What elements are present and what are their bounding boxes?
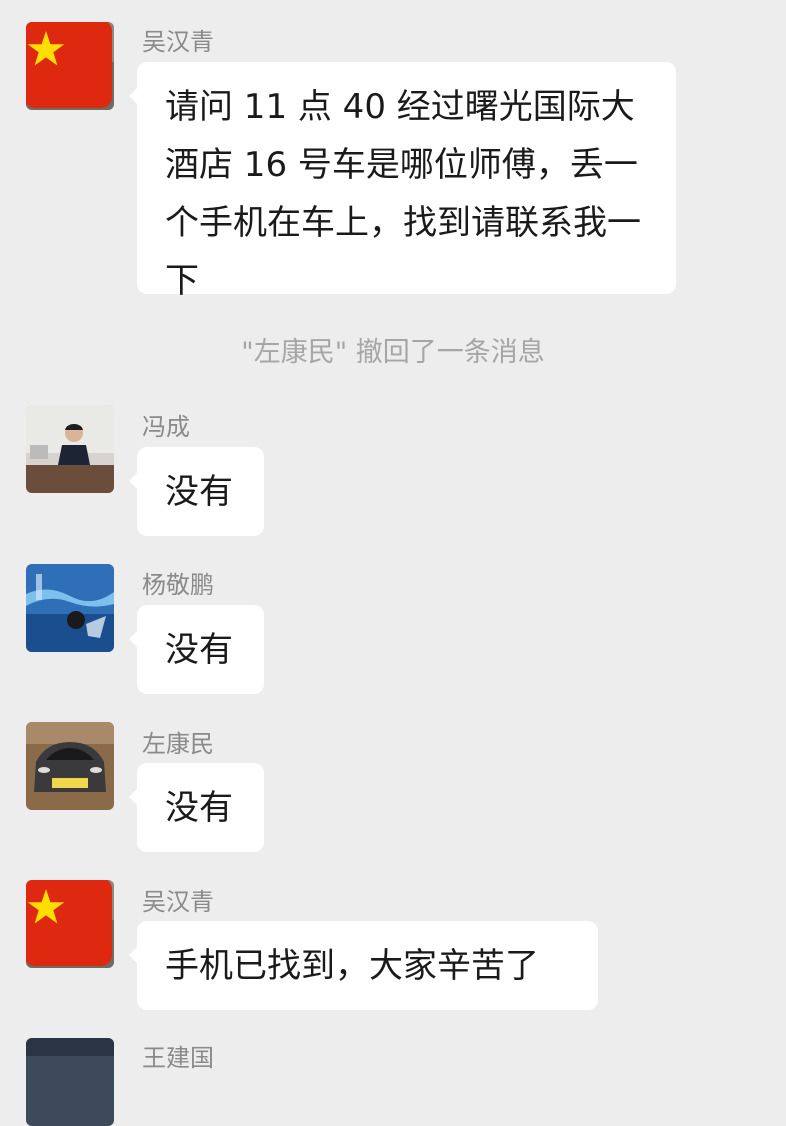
- sender-name: 吴汉青: [142, 888, 214, 916]
- message-bubble[interactable]: 没有: [129, 763, 264, 852]
- sender-name: 杨敬鹏: [142, 571, 214, 599]
- dark-avatar[interactable]: [26, 1038, 114, 1126]
- message-bubble[interactable]: 请问 11 点 40 经过曙光国际大酒店 16 号车是哪位师傅，丢一个手机在车上…: [129, 62, 676, 301]
- message-text: 请问 11 点 40 经过曙光国际大酒店 16 号车是哪位师傅，丢一个手机在车上…: [165, 87, 641, 301]
- man-at-desk-avatar[interactable]: [26, 405, 114, 493]
- message-text: 手机已找到，大家辛苦了: [165, 946, 539, 986]
- sender-name: 冯成: [142, 413, 190, 441]
- message-text: 没有: [165, 630, 233, 670]
- blue-water-avatar[interactable]: [26, 564, 114, 652]
- motorcycle-avatar[interactable]: [26, 22, 114, 110]
- message-bubble[interactable]: 手机已找到，大家辛苦了: [129, 921, 598, 1010]
- china-flag-icon: [26, 880, 112, 966]
- sender-name: 左康民: [142, 730, 214, 758]
- message-text: 没有: [165, 788, 233, 828]
- sender-name: 王建国: [142, 1044, 214, 1072]
- recall-notice: "左康民" 撤回了一条消息: [241, 337, 545, 368]
- message-bubble[interactable]: 没有: [129, 605, 264, 694]
- motorcycle-avatar[interactable]: [26, 880, 114, 968]
- sender-name: 吴汉青: [142, 28, 214, 56]
- message-text: 没有: [165, 472, 233, 512]
- car-avatar[interactable]: [26, 722, 114, 810]
- china-flag-icon: [26, 22, 112, 108]
- message-bubble[interactable]: 没有: [129, 447, 264, 536]
